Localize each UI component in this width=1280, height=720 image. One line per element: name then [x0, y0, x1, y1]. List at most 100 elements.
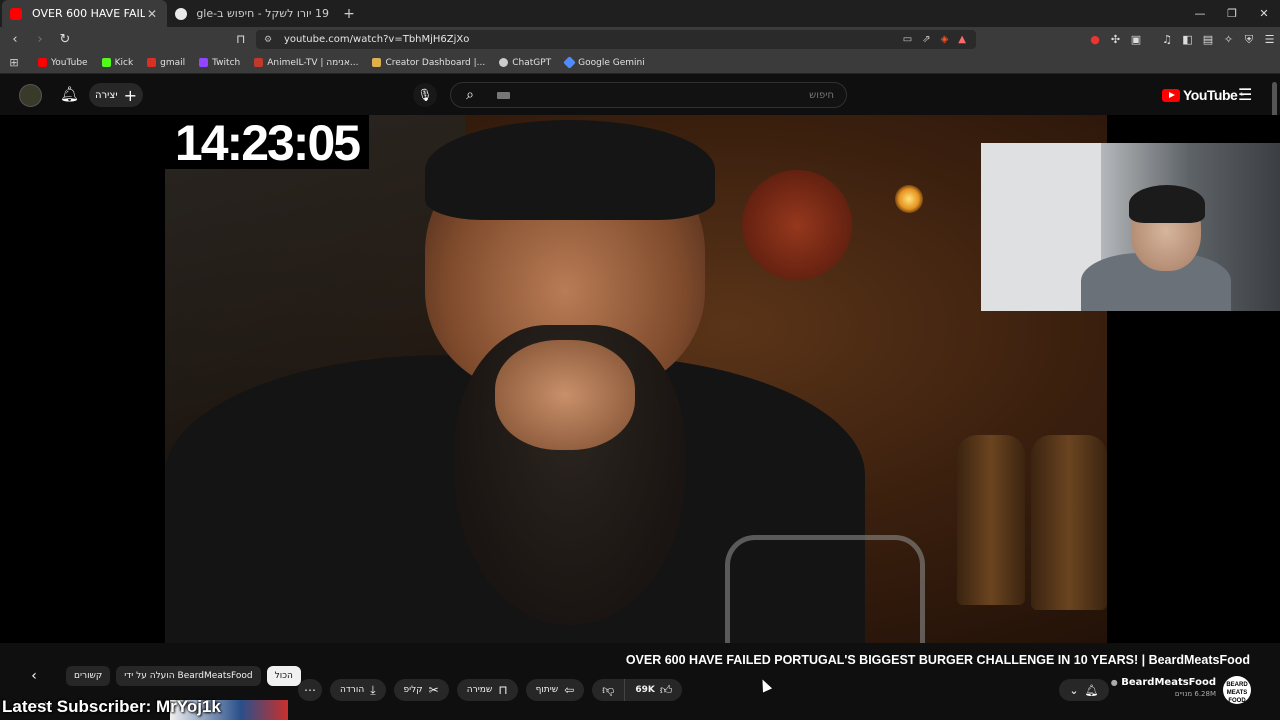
sidebar-icon[interactable]: ◧	[1178, 33, 1198, 46]
download-label: הורדה	[340, 685, 365, 695]
youtube-logo-text: YouTube	[1183, 87, 1238, 103]
video-player[interactable]: 14:23:05	[0, 115, 1280, 643]
hand-eating	[495, 340, 635, 450]
bookmark-kick[interactable]: Kick	[101, 57, 134, 68]
close-window-icon[interactable]: ✕	[1248, 0, 1280, 27]
bookmark-twitch[interactable]: Twitch	[199, 58, 240, 68]
notifications-bell-icon[interactable]: 🔔︎	[60, 85, 79, 103]
bookmark-chatgpt[interactable]: ChatGPT	[499, 58, 551, 68]
clip-button[interactable]: קליפ ✂	[393, 679, 449, 701]
twitch-icon	[199, 58, 209, 67]
bookmark-label: ChatGPT	[512, 57, 552, 68]
extensions-icon[interactable]: ✣	[1106, 33, 1126, 46]
account-avatar[interactable]	[19, 84, 42, 107]
chip-all[interactable]: הכול	[266, 666, 301, 686]
site-info-icon[interactable]: ⚙	[264, 35, 274, 45]
channel-name-row: ● BeardMeatsFood	[1111, 677, 1216, 688]
youtube-play-logo-icon	[1162, 88, 1180, 102]
video-actions: ⋯ הורדה ⤓ קליפ ✂ שמירה ⊓ שיתוף ⇦ 👎︎ 69K …	[298, 679, 683, 701]
subscriber-count: 6.28M מנויים	[1174, 690, 1216, 698]
clip-label: קליפ	[403, 685, 423, 695]
cast-icon[interactable]: ▭	[903, 34, 912, 45]
browser-tabbar: OVER 600 HAVE FAILED PORTU ✕ 19 יורו לשק…	[0, 0, 1280, 27]
restore-icon[interactable]: ❐	[1216, 0, 1248, 27]
tab-youtube-video[interactable]: OVER 600 HAVE FAILED PORTU ✕	[2, 0, 167, 27]
menu-icon[interactable]: ☰	[1260, 33, 1280, 46]
wallet-icon[interactable]: ▤	[1198, 33, 1218, 46]
url-field[interactable]: ⚙ youtube.com/watch?v=TbhMjH6ZjXo ▭ ⇗ ◈ …	[256, 30, 976, 49]
brave-shield-icon[interactable]: ◈	[941, 34, 949, 45]
more-horizontal-icon: ⋯	[304, 683, 316, 697]
subscribed-notifications-button[interactable]: ⌄ 🔔︎	[1059, 679, 1109, 701]
forward-icon[interactable]: ›	[30, 32, 50, 47]
youtube-favicon-icon	[10, 7, 22, 20]
bookmark-creator-dashboard[interactable]: Creator Dashboard |...	[372, 58, 485, 68]
tab-close-icon[interactable]: ✕	[145, 7, 159, 21]
chip-related[interactable]: קשורים	[66, 666, 111, 686]
voice-search-mic-icon[interactable]: 🎙︎	[413, 83, 437, 107]
share-label: שיתוף	[535, 685, 559, 695]
screenshot-icon[interactable]: ▣	[1126, 33, 1146, 46]
bbq-sauce-bottle	[957, 435, 1025, 605]
bookmark-gmail[interactable]: gmail	[147, 58, 185, 68]
leo-ai-icon[interactable]: ✧	[1219, 33, 1239, 46]
animeil-icon	[254, 58, 264, 67]
backwards-cap	[425, 120, 715, 220]
create-label: יצירה	[95, 89, 118, 101]
extension-red-icon[interactable]: ●	[1085, 33, 1105, 46]
bookmark-label: Twitch	[212, 57, 241, 68]
bookmark-page-icon[interactable]: ⊓	[236, 32, 245, 46]
keyboard-icon[interactable]	[497, 91, 510, 99]
back-icon[interactable]: ‹	[5, 32, 25, 47]
youtube-header: 🔔︎ יצירה + 🎙︎ ⌕ YouTube IL ☰	[0, 75, 1280, 115]
verified-badge-icon: ●	[1110, 678, 1118, 687]
bookmark-youtube[interactable]: YouTube	[38, 58, 88, 68]
like-button[interactable]: 69K 👍︎	[625, 679, 682, 701]
more-actions-button[interactable]: ⋯	[298, 679, 322, 701]
create-button[interactable]: יצירה +	[89, 83, 143, 107]
new-tab-button[interactable]: +	[337, 0, 361, 27]
rewards-icon[interactable]: ▲	[958, 34, 966, 45]
bookmark-label: YouTube	[51, 57, 88, 68]
related-chips: ‹ קשורים הועלה על ידי BeardMeatsFood הכו…	[24, 665, 301, 687]
address-bar-row: ‹ › ↻ ⊓ ⚙ youtube.com/watch?v=TbhMjH6ZjX…	[0, 27, 1280, 52]
save-button[interactable]: שמירה ⊓	[456, 679, 518, 701]
thumbs-down-icon: 👎︎	[602, 682, 615, 697]
search-input[interactable]	[510, 89, 846, 101]
guide-menu-icon[interactable]: ☰	[1238, 85, 1252, 104]
thumbs-up-icon: 👍︎	[659, 682, 673, 697]
tab-google-search[interactable]: 19 יורו לשקל - חיפוש ב-Google	[167, 0, 337, 27]
metal-chair	[725, 535, 925, 643]
bookmark-animeil[interactable]: AnimeIL-TV | אנימה...	[254, 58, 358, 68]
download-button[interactable]: הורדה ⤓	[330, 679, 386, 701]
bookmark-label: Kick	[114, 57, 134, 68]
vpn-icon[interactable]: ⛨	[1239, 33, 1259, 47]
like-count: 69K	[635, 685, 655, 695]
share-button[interactable]: שיתוף ⇦	[525, 679, 585, 701]
share-page-icon[interactable]: ⇗	[922, 34, 930, 45]
google-favicon-icon	[175, 7, 187, 20]
music-icon[interactable]: ♫	[1157, 33, 1177, 46]
bookmark-label: AnimeIL-TV | אנימה...	[267, 57, 359, 68]
save-bookmark-icon: ⊓	[498, 683, 508, 697]
dislike-button[interactable]: 👎︎	[592, 679, 626, 701]
youtube-logo[interactable]: YouTube IL	[1162, 87, 1244, 103]
gmail-icon	[147, 58, 157, 67]
channel-avatar[interactable]: BEARD MEATS FOOD	[1223, 676, 1251, 704]
stream-timer: 14:23:05	[165, 115, 369, 171]
bourbon-bbq-bottle	[1031, 435, 1107, 610]
chips-prev-icon[interactable]: ‹	[24, 668, 44, 684]
tab-title: OVER 600 HAVE FAILED PORTU	[32, 7, 145, 20]
search-icon[interactable]: ⌕	[451, 87, 489, 103]
channel-info[interactable]: ● BeardMeatsFood 6.28M מנויים	[1111, 677, 1216, 698]
apps-grid-icon[interactable]: ⊞	[0, 56, 28, 69]
chip-from-uploader[interactable]: הועלה על ידי BeardMeatsFood	[116, 666, 261, 686]
url-text: youtube.com/watch?v=TbhMjH6ZjXo	[284, 34, 470, 45]
search-bar[interactable]: ⌕	[450, 82, 847, 108]
scissors-icon: ✂	[428, 683, 439, 697]
minimize-icon[interactable]: —	[1184, 0, 1216, 27]
reload-icon[interactable]: ↻	[55, 32, 75, 47]
bookmark-gemini[interactable]: Google Gemini	[563, 56, 645, 69]
bookmark-label: gmail	[160, 57, 186, 68]
webcam-person-hair	[1129, 185, 1205, 223]
